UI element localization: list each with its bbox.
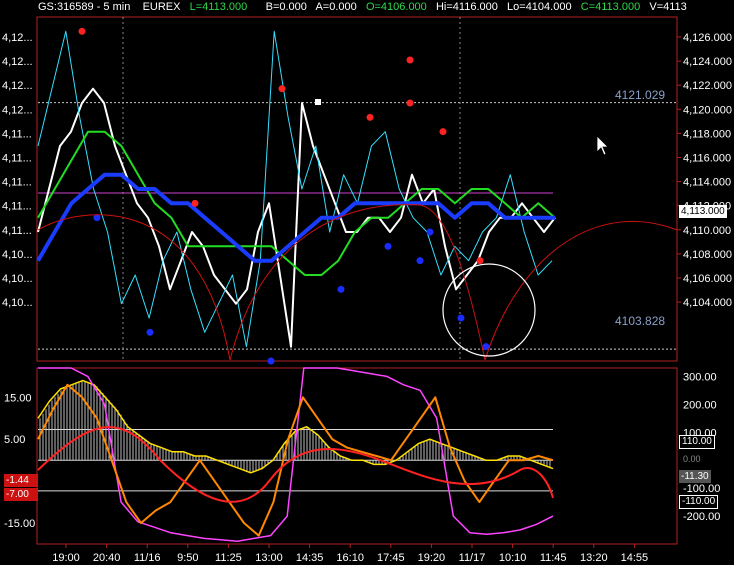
volume-label: V=4113	[649, 1, 687, 13]
time-tick-label: 11/17	[459, 552, 486, 564]
lower-panel[interactable]: 300.00200.00100.00-100.00-200.000.00 15.…	[4, 367, 720, 545]
price-left-tick-label: 4,10...	[2, 273, 33, 285]
blue-signal-dot	[267, 357, 275, 365]
osc-right-tick-label: -100.00	[683, 483, 720, 495]
upper-right-axis: 4,126.000 4,124.000 4,122.000 4,120.000 4,11…	[677, 32, 732, 309]
red-signal-dot	[191, 199, 199, 207]
price-left-tick-label: 4,10...	[2, 297, 33, 309]
high-label: Hi=4116.000	[435, 1, 498, 13]
time-tick-label: 11/16	[134, 552, 161, 564]
osc-line-m110-badge: -110.00	[679, 495, 719, 509]
price-tick-label: 4,104.000	[683, 297, 732, 309]
last-label: L=4113.000	[189, 1, 248, 13]
time-tick-label: 11:45	[540, 552, 567, 564]
red-signal-dot	[439, 128, 447, 136]
price-tick-label: 4,110.000	[683, 225, 731, 237]
low-label: Lo=4104.000	[507, 1, 572, 13]
price-tick-label: 4,114.000	[683, 177, 731, 189]
chart-header: GS:316589 - 5 min EUREX L=4113.000 B=0.0…	[38, 1, 687, 13]
red-signal-dot	[366, 113, 374, 121]
price-tick-label: 4,116.000	[683, 153, 731, 165]
time-tick-label: 13:20	[580, 552, 608, 564]
price-left-tick-label: 4,11...	[2, 201, 32, 213]
red-signal-dot	[278, 85, 286, 93]
envelope-arc	[484, 221, 678, 361]
exchange-label: EUREX	[142, 1, 181, 13]
price-tick-label: 4,124.000	[683, 56, 732, 68]
osc-left-badge-2: -7.00	[4, 488, 38, 501]
upper-left-axis: 4,12... 4,12... 4,12... 4,12... 4,11... 4,11.…	[2, 32, 33, 309]
price-left-tick-label: 4,12...	[2, 80, 33, 92]
time-axis: 19:00 20:40 11/16 9:50 11:25 13:00 14:35 16:10 1…	[52, 544, 648, 564]
upper-series	[36, 30, 556, 348]
lower-left-axis: 15.00 5.00 -15.00	[4, 392, 35, 530]
blue-signal-dot	[146, 328, 154, 336]
current-price-badge: 4,113.000	[679, 205, 727, 218]
osc-left-tick-label: 15.00	[4, 392, 32, 404]
time-tick-label: 14:35	[296, 552, 324, 564]
price-left-tick-label: 4,12...	[2, 56, 33, 68]
time-tick-label: 17:45	[377, 552, 405, 564]
price-left-tick-label: 4,12...	[2, 104, 33, 116]
blue-signal-dot	[426, 228, 434, 236]
symbol-label: GS:316589 - 5 min	[38, 1, 131, 13]
time-tick-label: 19:20	[418, 552, 446, 564]
highlight-circle	[442, 263, 536, 357]
time-tick-label: 10:10	[499, 552, 527, 564]
price-left-tick-label: 4,11...	[2, 225, 32, 237]
time-tick-label: 20:40	[93, 552, 121, 564]
time-tick-label: 19:00	[52, 552, 80, 564]
upper-panel[interactable]: 4,126.000 4,124.000 4,122.000 4,120.000 4,11…	[2, 16, 732, 365]
upper-reference-lines	[38, 17, 677, 361]
envelope-arc	[37, 214, 231, 361]
time-tick-label: 11:25	[215, 552, 242, 564]
price-tick-label: 4,126.000	[683, 32, 732, 44]
marker-square	[315, 99, 321, 105]
price-tick-label: 4,118.000	[683, 128, 731, 140]
osc-left-tick-label: 5.00	[4, 434, 25, 446]
upper-panel-border	[36, 16, 678, 362]
time-tick-label: 16:10	[336, 552, 364, 564]
osc-left-badge-1: -1.44	[4, 474, 38, 487]
price-left-tick-label: 4,11...	[2, 128, 32, 140]
time-tick-label: 14:55	[621, 552, 649, 564]
level-low-label: 4103.828	[615, 314, 666, 328]
osc-right-tick-label: 0.00	[683, 454, 701, 464]
osc-left-tick-label: -15.00	[4, 518, 35, 530]
red-signal-dot	[406, 56, 414, 64]
red-signal-dot	[406, 99, 414, 107]
time-tick-label: 13:00	[255, 552, 283, 564]
price-tick-label: 4,122.000	[683, 80, 732, 92]
price-left-tick-label: 4,10...	[2, 249, 33, 261]
level-high-label: 4121.029	[615, 88, 666, 102]
bid-label: B=0.000	[265, 1, 307, 13]
osc-right-tick-label: 300.00	[683, 371, 717, 383]
blue-signal-dot	[337, 285, 345, 293]
price-left-tick-label: 4,11...	[2, 177, 32, 189]
mouse-cursor-icon	[596, 135, 609, 156]
red-signal-dot	[476, 257, 484, 265]
osc-current-badge: -11.30	[679, 470, 711, 483]
price-left-tick-label: 4,11...	[2, 153, 32, 165]
time-tick-label: 9:50	[177, 552, 198, 564]
close-label: C=4113.000	[580, 1, 641, 13]
red-signal-dot	[78, 27, 86, 35]
price-tick-label: 4,106.000	[683, 273, 732, 285]
price-tick-label: 4,120.000	[683, 104, 732, 116]
ask-label: A=0.000	[315, 1, 357, 13]
price-tick-label: 4,108.000	[683, 249, 732, 261]
open-label: O=4106.000	[365, 1, 427, 13]
price-left-tick-label: 4,12...	[2, 32, 33, 44]
blue-signal-dot	[416, 257, 424, 265]
chart-canvas[interactable]: 4,126.000 4,124.000 4,122.000 4,120.000 4,11…	[0, 0, 734, 565]
osc-right-tick-label: -200.00	[683, 511, 720, 523]
price-line	[37, 87, 556, 348]
envelope-arc	[229, 204, 486, 361]
osc-line-110-badge: 110.00	[679, 435, 715, 449]
blue-signal-dot	[457, 314, 465, 322]
blue-signal-dot	[384, 242, 392, 250]
osc-right-tick-label: 200.00	[683, 399, 717, 411]
